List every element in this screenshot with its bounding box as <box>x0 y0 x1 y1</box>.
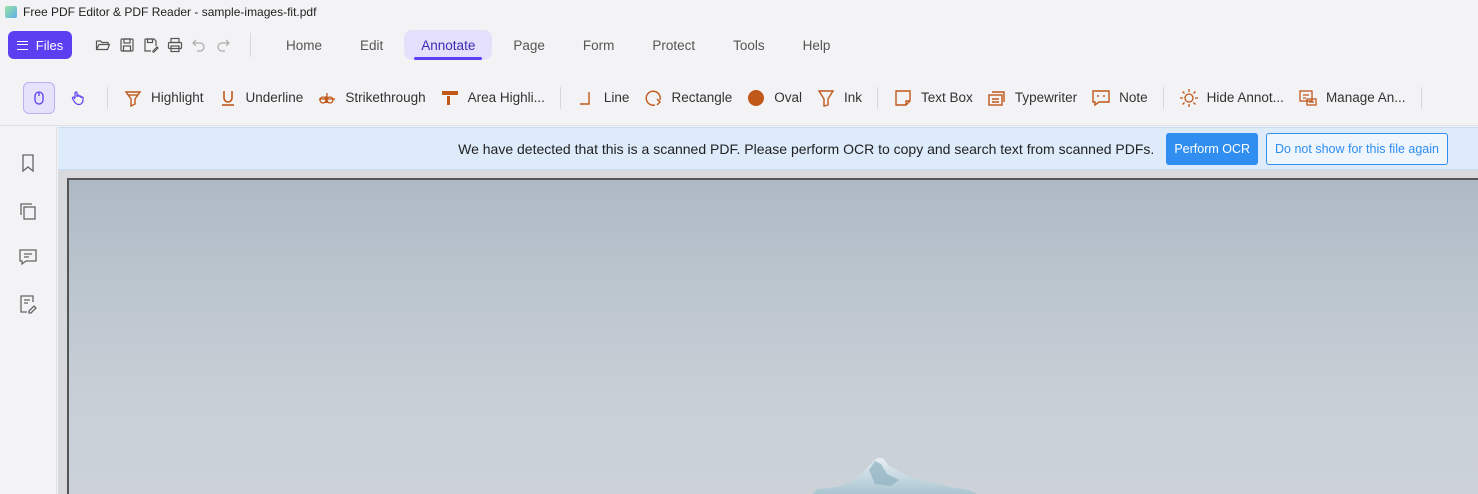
note-comment-icon <box>1092 89 1110 106</box>
ribbon-tabs: Home Edit Annotate Page Form Protect Too… <box>269 30 847 60</box>
hide-annotations-button[interactable]: Hide Annot... <box>1172 82 1291 114</box>
menu-bar: Files Home Edit Annotate Page Form Prote… <box>0 26 1478 64</box>
tab-protect[interactable]: Protect <box>635 30 712 60</box>
pdf-page-image <box>67 178 1478 494</box>
ocr-notification-banner: We have detected that this is a scanned … <box>58 127 1478 170</box>
dismiss-ocr-button[interactable]: Do not show for this file again <box>1266 132 1448 165</box>
thumbnails-icon[interactable] <box>18 201 38 221</box>
ink-tool-label: Ink <box>844 90 863 105</box>
tab-home[interactable]: Home <box>269 30 339 60</box>
undo-icon[interactable] <box>190 36 208 54</box>
highlight-tool[interactable]: Highlight <box>116 82 211 114</box>
highlight-icon <box>124 90 142 107</box>
ink-pen-icon <box>817 89 835 107</box>
save-icon[interactable] <box>118 36 136 54</box>
open-folder-icon[interactable] <box>94 36 112 54</box>
title-bar: Free PDF Editor & PDF Reader - sample-im… <box>0 0 1478 24</box>
files-button[interactable]: Files <box>8 31 72 59</box>
rectangle-tool-label: Rectangle <box>671 90 733 105</box>
files-button-label: Files <box>35 37 64 53</box>
manage-list-icon <box>1299 89 1317 106</box>
tab-page[interactable]: Page <box>496 30 562 60</box>
underline-icon <box>221 90 234 106</box>
quick-access-toolbar <box>94 36 232 54</box>
select-tool-button[interactable] <box>23 81 55 114</box>
oval-tool[interactable]: Oval <box>739 82 809 114</box>
underline-tool[interactable]: Underline <box>211 82 311 114</box>
highlight-tool-label: Highlight <box>151 90 204 105</box>
text-box-tool[interactable]: Text Box <box>886 82 980 114</box>
window-title: Free PDF Editor & PDF Reader - sample-im… <box>23 5 317 19</box>
hand-tool-button[interactable] <box>67 87 89 109</box>
document-viewer[interactable]: We have detected that this is a scanned … <box>58 127 1478 494</box>
menu-icon <box>16 40 28 50</box>
underline-tool-label: Underline <box>245 90 304 105</box>
mouse-pointer-icon <box>34 90 44 105</box>
line-tool-label: Line <box>603 90 630 105</box>
toolbar-divider <box>1162 86 1164 109</box>
toolbar-divider <box>1420 86 1422 109</box>
ink-tool[interactable]: Ink <box>809 82 869 114</box>
typewriter-tool-label: Typewriter <box>1014 90 1078 105</box>
strikethrough-icon <box>319 92 336 104</box>
tab-tools[interactable]: Tools <box>716 30 782 60</box>
toolbar-divider <box>107 86 108 109</box>
text-box-tool-label: Text Box <box>921 90 973 105</box>
strikethrough-tool[interactable]: Strikethrough <box>310 82 432 114</box>
line-icon <box>579 91 590 105</box>
ocr-message: We have detected that this is a scanned … <box>458 140 1155 157</box>
rectangle-tool[interactable]: Rectangle <box>636 82 739 114</box>
save-as-icon[interactable] <box>142 36 160 54</box>
strikethrough-tool-label: Strikethrough <box>345 90 426 105</box>
oval-icon <box>748 89 765 106</box>
perform-ocr-button[interactable]: Perform OCR <box>1166 132 1259 165</box>
typewriter-icon <box>988 90 1005 106</box>
rectangle-icon <box>645 90 662 106</box>
area-highlight-icon <box>441 90 458 105</box>
toolbar-divider <box>877 86 879 109</box>
signatures-icon[interactable] <box>18 294 38 314</box>
pdf-editor-window: Free PDF Editor & PDF Reader - sample-im… <box>0 0 1478 494</box>
note-tool-label: Note <box>1119 90 1148 105</box>
area-highlight-tool-label: Area Highli... <box>467 90 545 105</box>
sun-icon <box>1179 88 1198 107</box>
redo-icon[interactable] <box>214 36 232 54</box>
note-tool[interactable]: Note <box>1084 82 1155 114</box>
text-box-icon <box>895 89 911 106</box>
hide-annotations-label: Hide Annot... <box>1206 90 1284 105</box>
manage-annotations-label: Manage An... <box>1325 90 1406 105</box>
tab-form[interactable]: Form <box>566 30 632 60</box>
app-logo-icon <box>5 6 17 18</box>
tab-annotate[interactable]: Annotate <box>404 30 493 60</box>
menu-divider <box>250 33 251 57</box>
annotate-toolbar: Highlight Underline Strikethrough Area H… <box>0 70 1478 126</box>
iceberg-photo <box>812 458 977 494</box>
tab-help[interactable]: Help <box>786 30 848 60</box>
toolbar-divider <box>559 86 561 109</box>
oval-tool-label: Oval <box>774 90 803 105</box>
typewriter-tool[interactable]: Typewriter <box>980 82 1084 114</box>
bookmark-icon[interactable] <box>18 153 38 173</box>
line-tool[interactable]: Line <box>569 82 637 114</box>
manage-annotations-button[interactable]: Manage An... <box>1291 82 1413 114</box>
comments-icon[interactable] <box>18 247 38 267</box>
print-icon[interactable] <box>166 36 184 54</box>
left-sidebar <box>0 127 57 494</box>
hand-icon <box>71 90 84 105</box>
tab-edit[interactable]: Edit <box>343 30 400 60</box>
area-highlight-tool[interactable]: Area Highli... <box>433 82 552 114</box>
